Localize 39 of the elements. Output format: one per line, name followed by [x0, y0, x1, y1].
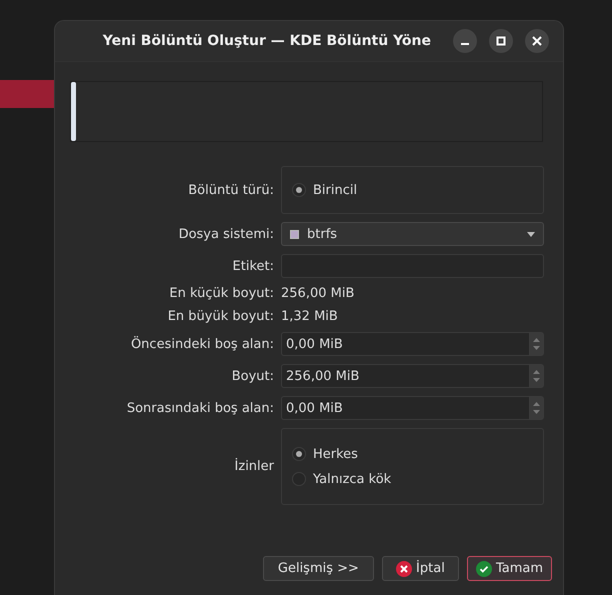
- field-label: İzinler: [234, 459, 274, 474]
- field-label: En büyük boyut:: [166, 309, 274, 324]
- filesystem-dropdown[interactable]: btrfs: [281, 222, 544, 246]
- spin-arrows-icon: [533, 401, 540, 415]
- field-label: Öncesindeki boş alan:: [130, 336, 274, 352]
- dialog-button[interactable]: Tamam: [466, 556, 552, 581]
- spin-field[interactable]: 0,00 MiB: [281, 396, 544, 420]
- color-swatch-icon: [290, 230, 299, 238]
- radio-button[interactable]: [292, 447, 306, 461]
- checkmark-icon: [476, 560, 492, 576]
- maximize-button[interactable]: [489, 29, 513, 53]
- field-value: 256,00 MiB: [281, 286, 356, 301]
- option-label: Herkes: [313, 446, 358, 462]
- close-button[interactable]: [525, 29, 549, 53]
- field-label: En küçük boyut:: [168, 286, 274, 301]
- field-label: Bölüntü türü:: [187, 182, 274, 198]
- spin-field[interactable]: 0,00 MiB: [281, 332, 544, 356]
- option-label: Yalnızca kök: [313, 472, 392, 486]
- dialog-button[interactable]: Gelişmiş >>: [262, 556, 374, 581]
- option-label: Birincil: [313, 182, 358, 198]
- caret-icon: [527, 232, 535, 236]
- minimize-button[interactable]: [453, 29, 477, 53]
- maximize-icon: [496, 36, 506, 46]
- background-bar: [0, 80, 54, 108]
- dialog-button[interactable]: İptal: [382, 556, 459, 581]
- field-value: 1,32 MiB: [281, 309, 339, 324]
- spin-arrows-icon: [533, 369, 540, 383]
- window-title: Yeni Bölüntü Oluştur — KDE Bölüntü Yöne: [102, 33, 432, 49]
- field-label: Etiket:: [232, 258, 274, 274]
- radio-button[interactable]: [292, 183, 306, 197]
- resize-handle[interactable]: [71, 82, 76, 141]
- close-icon: [532, 36, 542, 46]
- field-label: Sonrasındaki boş alan:: [126, 400, 274, 416]
- spin-arrows-icon: [533, 337, 540, 351]
- field-label: Dosya sistemi:: [178, 226, 274, 242]
- cancel-icon: [396, 560, 412, 576]
- minimize-icon: [461, 43, 469, 45]
- field-label: Boyut:: [230, 368, 274, 384]
- spin-field[interactable]: 256,00 MiB: [281, 364, 544, 388]
